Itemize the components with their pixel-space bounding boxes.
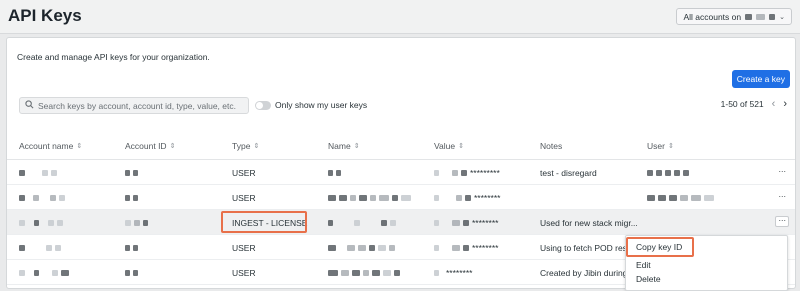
table-row[interactable]: USER ********* test - disregard ··· xyxy=(7,160,795,185)
sort-icon: ⇕ xyxy=(253,143,260,150)
column-header-type[interactable]: Type ⇕ xyxy=(232,141,259,151)
name-cell xyxy=(328,235,395,260)
account-name-cell xyxy=(19,210,63,235)
create-key-button[interactable]: Create a key xyxy=(731,70,790,88)
account-id-cell xyxy=(125,235,138,260)
value-cell: ******** xyxy=(434,185,500,210)
menu-item-edit[interactable]: Edit xyxy=(636,260,651,270)
search-box[interactable] xyxy=(19,97,249,114)
column-header-name[interactable]: Name ⇕ xyxy=(328,141,360,151)
name-cell xyxy=(328,210,396,235)
account-name-cell xyxy=(19,260,69,285)
next-page-icon[interactable]: › xyxy=(783,99,787,110)
redacted-account xyxy=(756,13,766,20)
top-bar: API Keys All accounts on ⌄ xyxy=(0,0,800,34)
account-id-cell xyxy=(125,185,138,210)
value-cell: ******** xyxy=(434,260,472,285)
page-description: Create and manage API keys for your orga… xyxy=(17,52,210,62)
account-id-cell xyxy=(125,260,138,285)
menu-item-copy-label: Copy key ID xyxy=(636,242,683,252)
sort-icon: ⇕ xyxy=(169,143,176,150)
account-selector-label: All accounts on xyxy=(683,11,742,22)
sort-icon: ⇕ xyxy=(353,143,360,150)
value-cell: ********* xyxy=(434,160,500,185)
sort-icon: ⇕ xyxy=(458,143,464,150)
column-header-account-id[interactable]: Account ID ⇕ xyxy=(125,141,175,151)
menu-item-delete[interactable]: Delete xyxy=(636,274,661,284)
chevron-down-icon: ⌄ xyxy=(779,13,785,21)
sort-icon: ⇕ xyxy=(667,143,674,150)
name-cell xyxy=(328,185,411,210)
type-cell: USER xyxy=(232,167,256,178)
search-icon xyxy=(25,99,34,112)
column-header-notes: Notes xyxy=(540,141,563,151)
pagination: 1-50 of 521 ‹ › xyxy=(720,99,787,110)
type-cell: USER xyxy=(232,242,256,253)
my-keys-toggle[interactable] xyxy=(255,101,271,110)
my-keys-toggle-label: Only show my user keys xyxy=(275,100,368,110)
account-name-cell xyxy=(19,160,57,185)
user-cell xyxy=(647,185,714,210)
prev-page-icon[interactable]: ‹ xyxy=(772,99,776,110)
table-row[interactable]: INGEST - LICENSE ******** Used for new s… xyxy=(7,210,795,235)
redacted-account xyxy=(745,13,753,20)
account-selector[interactable]: All accounts on ⌄ xyxy=(676,8,792,25)
row-actions-icon[interactable]: ··· xyxy=(775,192,789,203)
table-row[interactable]: USER ******** ··· xyxy=(7,185,795,210)
account-name-cell xyxy=(19,185,65,210)
type-cell: USER xyxy=(232,192,256,203)
row-actions-icon[interactable]: ··· xyxy=(775,167,789,178)
type-annotation-highlight xyxy=(221,211,307,233)
pagination-range: 1-50 of 521 xyxy=(720,99,764,109)
table-header: Account name ⇕ Account ID ⇕ Type ⇕ Name ⇕ Va… xyxy=(7,132,795,160)
row-actions-icon[interactable]: ··· xyxy=(775,216,789,227)
account-id-cell xyxy=(125,210,148,235)
notes-cell: Used for new stack migr... xyxy=(540,217,638,228)
sort-icon: ⇕ xyxy=(76,143,83,150)
page-title: API Keys xyxy=(8,6,82,25)
column-header-account-name[interactable]: Account name ⇕ xyxy=(19,141,82,151)
account-id-cell xyxy=(125,160,138,185)
search-input[interactable] xyxy=(38,100,238,111)
menu-item-copy-key-id[interactable]: Copy key ID xyxy=(626,237,694,257)
redacted-account xyxy=(769,13,776,20)
notes-cell: Using to fetch POD resa xyxy=(540,242,632,253)
column-header-value[interactable]: Value ⇕ xyxy=(434,141,464,151)
user-cell xyxy=(647,160,689,185)
name-cell xyxy=(328,160,341,185)
account-name-cell xyxy=(19,235,61,260)
name-cell xyxy=(328,260,400,285)
notes-cell: test - disregard xyxy=(540,167,597,178)
type-cell: USER xyxy=(232,267,256,278)
column-header-user[interactable]: User ⇕ xyxy=(647,141,674,151)
value-cell: ******** xyxy=(434,210,498,235)
notes-cell: Created by Jibin during xyxy=(540,267,628,278)
value-cell: ******** xyxy=(434,235,498,260)
